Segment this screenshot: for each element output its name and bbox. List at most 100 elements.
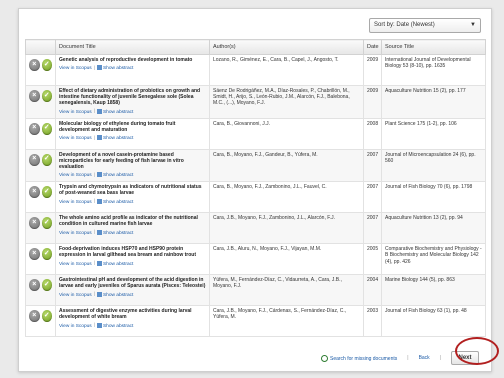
show-abstract-link[interactable]: Show abstract (103, 230, 133, 235)
checkmark-icon[interactable]: ✓ (41, 59, 52, 71)
remove-icon[interactable]: × (29, 279, 40, 292)
date-cell: 2008 (363, 117, 382, 150)
col-date[interactable]: Date (363, 39, 382, 55)
remove-icon[interactable]: × (29, 59, 40, 71)
document-title-link[interactable]: Food-deprivation induces HSP70 and HSP90… (59, 246, 206, 258)
footer: Search for missing documents | Back | Ne… (19, 345, 491, 371)
row-links: View in Scopus | Show abstract (59, 65, 206, 72)
link-separator: | (93, 65, 95, 71)
checkmark-icon[interactable]: ✓ (41, 122, 52, 135)
checkmark-icon[interactable]: ✓ (41, 310, 52, 323)
abstract-icon (96, 134, 102, 140)
document-title-cell: Development of a novel casein-protamine … (55, 148, 210, 183)
source-title-cell: International Journal of Developmental B… (381, 54, 486, 86)
view-in-scopus-link[interactable]: View in Scopus (59, 173, 92, 178)
row-links: View in Scopus | Show abstract (59, 172, 206, 179)
authors-cell: Cara, J.B., Aluru, N., Moyano, F.J., Vij… (209, 243, 364, 276)
source-title-cell: Plant Science 175 (1-2), pp. 106 (381, 117, 486, 150)
source-title-cell: Comparative Biochemistry and Physiology … (381, 243, 486, 276)
date-cell: 2007 (363, 212, 382, 245)
link-separator: | (93, 172, 95, 178)
view-in-scopus-link[interactable]: View in Scopus (59, 230, 92, 235)
checkmark-icon[interactable]: ✓ (41, 153, 52, 166)
document-title-link[interactable]: Gastrointestinal pH and development of t… (59, 277, 206, 289)
table-row: × ✓ The whole amino acid profile as indica… (25, 212, 486, 245)
remove-icon[interactable]: × (29, 248, 40, 261)
col-authors[interactable]: Author(s) (209, 39, 364, 55)
remove-icon[interactable]: × (29, 153, 40, 166)
document-title-link[interactable]: The whole amino acid profile as indicato… (59, 215, 206, 227)
checkmark-icon[interactable]: ✓ (41, 186, 52, 199)
show-abstract-link[interactable]: Show abstract (103, 173, 133, 178)
show-abstract-link[interactable]: Show abstract (103, 109, 133, 114)
remove-icon[interactable]: × (29, 90, 40, 102)
search-icon (320, 354, 328, 362)
show-abstract-link[interactable]: Show abstract (103, 292, 133, 297)
view-in-scopus-link[interactable]: View in Scopus (59, 323, 92, 328)
table-row: × ✓ Effect of dietary administration of pr… (25, 85, 486, 119)
abstract-icon (96, 65, 102, 71)
row-actions: × ✓ (25, 148, 56, 183)
show-abstract-link[interactable]: Show abstract (103, 323, 133, 328)
actions-header (25, 39, 56, 55)
row-actions: × ✓ (25, 117, 56, 150)
sort-bar: Sort by: Date (Newest) ▼ (369, 15, 481, 35)
row-actions: × ✓ (25, 243, 56, 276)
document-title-link[interactable]: Molecular biology of ethylene during tom… (59, 121, 206, 133)
row-links: View in Scopus | Show abstract (59, 108, 206, 116)
chevron-down-icon: ▼ (470, 22, 476, 28)
col-document-title[interactable]: Document Title (55, 39, 210, 55)
remove-icon[interactable]: × (29, 217, 40, 230)
view-in-scopus-link[interactable]: View in Scopus (59, 292, 92, 297)
next-button-highlight-circle (455, 337, 499, 365)
row-actions: × ✓ (25, 54, 56, 86)
authors-cell: Cara, J.B., Moyano, F.J., Zambonino, J.L… (209, 212, 364, 245)
authors-cell: Lozano, R., Giménez, E., Cara, B., Capel… (209, 54, 364, 86)
search-missing-link[interactable]: Search for missing documents (320, 354, 397, 362)
document-title-cell: Gastrointestinal pH and development of t… (55, 274, 210, 307)
document-title-cell: Trypsin and chymotrypsin as indicators o… (55, 181, 210, 214)
table-row: × ✓ Molecular biology of ethylene during t… (25, 117, 486, 150)
view-in-scopus-link[interactable]: View in Scopus (59, 109, 92, 114)
view-in-scopus-link[interactable]: View in Scopus (59, 261, 92, 266)
source-title-cell: Aquaculture Nutrition 15 (2), pp. 177 (381, 85, 486, 119)
remove-icon[interactable]: × (29, 310, 40, 323)
table-row: × ✓ Assessment of digestive enzyme activit… (25, 305, 486, 338)
row-actions: × ✓ (25, 212, 56, 245)
document-title-link[interactable]: Development of a novel casein-protamine … (59, 152, 206, 171)
abstract-icon (96, 108, 102, 114)
document-title-link[interactable]: Assessment of digestive enzyme activitie… (59, 308, 206, 320)
date-cell: 2009 (363, 85, 382, 119)
link-separator: | (93, 323, 95, 329)
document-title-link[interactable]: Trypsin and chymotrypsin as indicators o… (59, 184, 206, 196)
show-abstract-link[interactable]: Show abstract (103, 199, 133, 204)
row-actions: × ✓ (25, 274, 56, 307)
date-cell: 2007 (363, 181, 382, 214)
col-source-title[interactable]: Source Title (381, 39, 486, 55)
checkmark-icon[interactable]: ✓ (41, 217, 52, 230)
sort-dropdown[interactable]: Sort by: Date (Newest) ▼ (369, 17, 481, 33)
source-title-cell: Journal of Fish Biology 70 (6), pp. 1798 (381, 181, 486, 214)
authors-cell: Yúfera, M., Fernández-Díaz, C., Vidaurre… (209, 274, 364, 307)
back-link[interactable]: Back (419, 355, 430, 361)
footer-separator: | (439, 355, 441, 361)
show-abstract-link[interactable]: Show abstract (103, 136, 133, 141)
checkmark-icon[interactable]: ✓ (41, 279, 52, 292)
abstract-icon (96, 291, 102, 297)
show-abstract-link[interactable]: Show abstract (103, 66, 133, 71)
view-in-scopus-link[interactable]: View in Scopus (59, 136, 92, 141)
document-title-link[interactable]: Genetic analysis of reproductive develop… (59, 57, 206, 63)
view-in-scopus-link[interactable]: View in Scopus (59, 199, 92, 204)
document-title-link[interactable]: Effect of dietary administration of prob… (59, 88, 206, 107)
link-separator: | (93, 109, 95, 115)
remove-icon[interactable]: × (29, 186, 40, 199)
show-abstract-link[interactable]: Show abstract (103, 261, 133, 266)
checkmark-icon[interactable]: ✓ (41, 90, 52, 102)
row-actions: × ✓ (25, 85, 56, 119)
date-cell: 2005 (363, 243, 382, 276)
results-panel: Sort by: Date (Newest) ▼ Document Title … (18, 8, 499, 372)
view-in-scopus-link[interactable]: View in Scopus (59, 66, 92, 71)
row-links: View in Scopus | Show abstract (59, 291, 206, 299)
checkmark-icon[interactable]: ✓ (41, 248, 52, 261)
remove-icon[interactable]: × (29, 122, 40, 135)
